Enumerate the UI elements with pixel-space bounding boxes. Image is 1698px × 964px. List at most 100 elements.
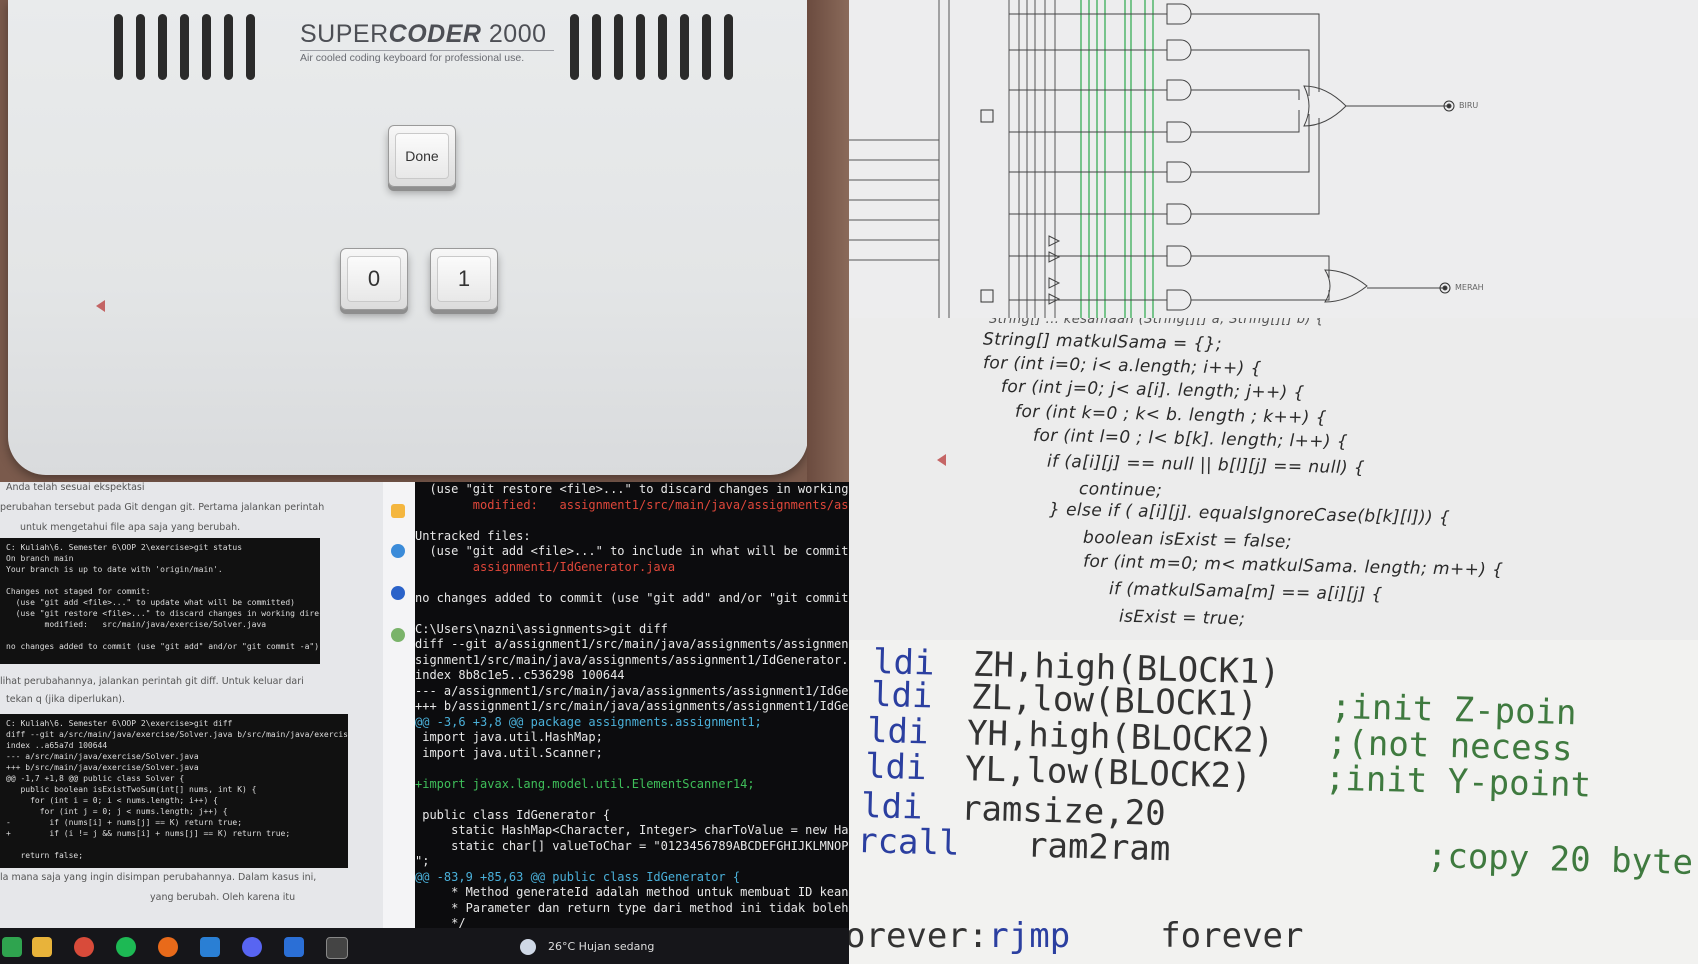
app-icon[interactable] — [2, 937, 22, 957]
asm-mnemonic: ldi — [864, 746, 928, 789]
handwritten-line: boolean isExist = false; — [1082, 527, 1293, 553]
weather-icon[interactable] — [520, 939, 536, 955]
bookmark-icon[interactable] — [391, 504, 405, 518]
one-key-label: 1 — [457, 266, 471, 291]
brand-tagline: Air cooled coding keyboard for professio… — [300, 52, 525, 64]
terminal-line: modified: assignment1/src/main/java/assi… — [415, 497, 849, 512]
doc-line: untuk mengetahui file apa saja yang beru… — [20, 522, 241, 533]
asm-operands: ram2ram — [1026, 825, 1171, 870]
asm-operands: forever — [1160, 916, 1304, 956]
brand-prefix: SUPER — [300, 20, 389, 48]
doc-line: tekan q (jika diperlukan). — [6, 694, 125, 705]
windows-taskbar: 26°C Hujan sedang — [0, 928, 849, 964]
zero-key[interactable]: 0 — [340, 248, 408, 310]
terminal-line: * Parameter dan return type dari method … — [415, 900, 849, 915]
terminal-line: C:\Users\nazni\assignments>git diff — [415, 621, 668, 636]
assembly-code-panel: ldi ZH,high(BLOCK1) ldi ZL,low(BLOCK1) ;init… — [849, 640, 1698, 964]
git-diff-output: C: Kuliah\6. Semester 6\OOP 2\exercise>g… — [0, 714, 348, 868]
handwritten-line: for (int m=0; m< matkulSama. length; m++… — [1082, 551, 1504, 581]
terminal-line: assignment1/IdGenerator.java — [415, 559, 676, 574]
handwritten-line: if (matkulSama[m] == a[i][j] { — [1108, 579, 1383, 605]
handwritten-line: if (a[i][j] == null || b[l][j] == null) … — [1046, 451, 1366, 479]
doc-line: lihat perubahannya, jalankan perintah gi… — [0, 676, 304, 687]
spotify-icon[interactable] — [116, 937, 136, 957]
right-air-vent — [570, 14, 733, 80]
terminal-line: * Method generateId adalah method untuk … — [415, 885, 849, 899]
handwritten-line: for (int i=0; i< a.length; i++) { — [982, 353, 1262, 379]
terminal-photo-panel: Anda telah sesuai ekspektasi perubahan t… — [0, 482, 849, 964]
refresh-icon[interactable] — [391, 544, 405, 558]
profile-icon[interactable] — [391, 586, 405, 600]
keyboard-brand: SUPERCODER 2000 Air cooled coding keyboa… — [300, 20, 547, 64]
terminal-line: @@ -3,6 +3,8 @@ package assignments.assi… — [415, 714, 762, 729]
discord-icon[interactable] — [242, 937, 262, 957]
terminal-line: signment1/src/main/java/assignments/assi… — [415, 652, 849, 667]
doc-line: Anda telah sesuai ekspektasi — [6, 482, 145, 493]
terminal-line: public class IdGenerator { — [415, 807, 611, 822]
terminal-line: @@ -83,9 +85,63 @@ public class IdGenera… — [415, 869, 741, 884]
doc-line: la mana saja yang ingin disimpan perubah… — [0, 872, 317, 883]
cursor-marker-icon — [937, 454, 946, 466]
left-air-vent — [114, 14, 255, 80]
vscode-icon[interactable] — [200, 937, 220, 957]
brand-bold: CODER — [388, 20, 482, 48]
desk-edge — [807, 0, 849, 482]
one-key[interactable]: 1 — [430, 248, 498, 310]
handwritten-line: for (int l=0 ; l< b[k]. length; l++) { — [1032, 425, 1349, 453]
handwritten-line: } else if ( a[i][j]. equalsIgnoreCase(b[… — [1048, 499, 1451, 529]
weather-text[interactable]: 26°C Hujan sedang — [548, 940, 654, 953]
assembly-last-line: orever:rjmp forever — [849, 916, 1303, 956]
doc-line: perubahan tersebut pada Git dengan git. … — [0, 502, 325, 513]
tutorial-document: Anda telah sesuai ekspektasi perubahan t… — [0, 482, 383, 928]
brand-title: SUPERCODER 2000 — [300, 20, 547, 49]
terminal-line: import java.util.HashMap; — [415, 730, 603, 744]
handwritten-line: for (int k=0 ; k< b. length ; k++) { — [1014, 401, 1328, 429]
output-label-merah: MERAH — [1455, 283, 1484, 292]
logic-circuit-panel: BIRU MERAH — [849, 0, 1698, 318]
location-icon[interactable] — [391, 628, 405, 642]
zero-key-label: 0 — [367, 266, 381, 291]
asm-mnemonic: rcall — [856, 821, 960, 864]
terminal-line: (use "git add <file>..." to include in w… — [415, 544, 849, 558]
terminal-line: "; — [415, 854, 430, 868]
terminal-line: (use "git restore <file>..." to discard … — [415, 482, 849, 496]
done-key-label: Done — [405, 148, 439, 164]
handwritten-line: isExist = true; — [1118, 606, 1246, 630]
firefox-icon[interactable] — [158, 937, 178, 957]
handwritten-code-panel: String[] ... kesamaan (String[][] a, Str… — [849, 318, 1698, 640]
doc-line: yang berubah. Oleh karena itu — [150, 892, 296, 903]
terminal-icon[interactable] — [326, 937, 348, 959]
logic-circuit-diagram — [849, 0, 1455, 318]
keyboard-photo-panel: SUPERCODER 2000 Air cooled coding keyboa… — [0, 0, 849, 482]
done-key[interactable]: Done — [388, 125, 456, 187]
asm-comment: ;copy 20 byte — [1426, 835, 1694, 883]
cursor-marker-icon — [96, 300, 105, 312]
terminal-line: diff --git a/assignment1/src/main/java/a… — [415, 637, 849, 651]
brand-divider — [300, 50, 554, 51]
terminal-line: index 8b8c1e5..c536298 100644 — [415, 668, 625, 682]
asm-label: orever: — [849, 916, 989, 956]
terminal-line: static char[] valueToChar = "0123456789A… — [415, 838, 849, 853]
chrome-icon[interactable] — [74, 937, 94, 957]
file-explorer-icon[interactable] — [32, 937, 52, 957]
terminal-line: Untracked files: — [415, 528, 531, 543]
terminal-line: +import javax.lang.model.util.ElementSca… — [415, 776, 755, 791]
browser-side-toolbar — [383, 482, 415, 928]
handwritten-line: for (int j=0; j< a[i]. length; j++) { — [1000, 376, 1305, 404]
terminal-line: */ — [415, 916, 466, 928]
brand-suffix: 2000 — [481, 20, 547, 48]
terminal-line: import java.util.Scanner; — [415, 745, 603, 760]
output-label-biru: BIRU — [1459, 101, 1479, 110]
keyboard-body: SUPERCODER 2000 Air cooled coding keyboa… — [8, 0, 808, 475]
git-status-output: C: Kuliah\6. Semester 6\OOP 2\exercise>g… — [0, 538, 320, 664]
word-icon[interactable] — [284, 937, 304, 957]
handwritten-header-fragment: String[] ... kesamaan (String[][] a, Str… — [989, 318, 1325, 327]
asm-comment: ;init Y-point — [1324, 758, 1592, 806]
asm-mnemonic: rjmp — [988, 916, 1071, 956]
terminal-window[interactable]: (use "git restore <file>..." to discard … — [415, 482, 849, 928]
handwritten-line: continue; — [1078, 479, 1163, 501]
